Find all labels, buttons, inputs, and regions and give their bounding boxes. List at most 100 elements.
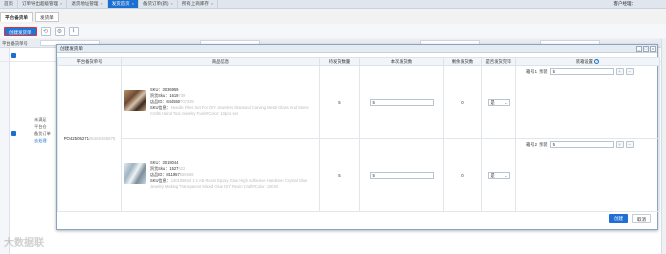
ship-qty-input[interactable]: 5: [369, 98, 434, 106]
box-number: 箱号2: [526, 141, 537, 147]
close-icon[interactable]: ×: [171, 0, 173, 8]
top-tab-label: 备货订单(新): [143, 1, 169, 6]
watermark-logo: 大数据联: [4, 238, 44, 249]
column-header-label: 装箱设置: [575, 58, 593, 64]
close-icon[interactable]: ×: [100, 0, 102, 8]
ship-qty-cell: 5: [359, 138, 444, 212]
create-shipment-dialog: 创建发货单 _ □ × 平台备货单号 商品信息 待发货数量 本次发货数 剩余发货…: [56, 44, 660, 230]
dialog-footer: 创建 取消: [609, 214, 651, 223]
packing-cell: 箱号2 亲装 5 + −: [515, 138, 660, 212]
sub-tabs: 平台备货单 发货单: [0, 12, 61, 22]
top-tab-label: 退货地址管理: [71, 1, 99, 6]
product-image: [124, 163, 146, 184]
dialog-title-bar: 创建发货单 _ □ ×: [57, 45, 657, 53]
remaining-qty: 0: [443, 65, 482, 139]
cancel-button[interactable]: 取消: [632, 214, 651, 223]
order-number-masked: 06465466875: [89, 136, 116, 141]
done-cell: 是 ⌄: [481, 65, 516, 139]
product-cell: SKU：3036959 贸货Sku：1619739 店品ID：844550707…: [121, 65, 320, 139]
remove-box-icon[interactable]: −: [625, 141, 634, 148]
done-value: 是: [490, 172, 495, 178]
product-image: [124, 90, 146, 111]
top-tab-label: 首页: [4, 1, 13, 6]
column-header: 本次发货数: [359, 57, 444, 66]
done-select[interactable]: 是 ⌄: [487, 98, 510, 106]
tab-shipments[interactable]: 发货单: [34, 12, 59, 22]
user-label: 客户经理：: [613, 1, 637, 6]
pending-qty: 5: [319, 138, 360, 212]
order-number-cell: PO4250527106465466875: [57, 65, 122, 212]
row-checkbox[interactable]: [11, 131, 16, 136]
handle-link[interactable]: 去处理: [34, 137, 56, 144]
top-tab-return-address[interactable]: 退货地址管理 ×: [67, 0, 108, 8]
top-tab-stock-orders[interactable]: 备货订单(新) ×: [139, 0, 178, 8]
column-header-packing: 装箱设置 ?: [515, 57, 660, 66]
masked-text: 556669: [179, 172, 194, 177]
masked-text: 707339: [180, 99, 194, 104]
box-qty-input[interactable]: 5: [549, 68, 614, 75]
add-box-icon[interactable]: +: [615, 141, 624, 148]
create-shipment-button[interactable]: 创建发货单: [4, 26, 37, 36]
masked-text: 739: [178, 93, 186, 98]
box-type: 亲装: [538, 141, 548, 147]
status-line: 平台仓: [34, 124, 47, 129]
box-type: 亲装: [538, 68, 548, 74]
shipment-table: 平台备货单号 商品信息 待发货数量 本次发货数 剩余发货数 是否发货完毕 装箱设…: [57, 57, 660, 212]
remove-box-icon[interactable]: −: [625, 68, 634, 75]
scrollbar[interactable]: [661, 39, 666, 254]
help-icon[interactable]: ?: [594, 58, 600, 64]
filter-label: 平台备货单号: [2, 41, 28, 46]
refresh-icon[interactable]: ⟲: [40, 26, 51, 36]
box-number: 箱号1: [526, 68, 537, 74]
store-id-text: 店品ID：844550: [150, 99, 181, 104]
column-header: 待发货数量: [319, 57, 360, 66]
status-line: 未满足: [34, 117, 47, 122]
top-tab-label: 订单导出超级管理: [22, 1, 58, 6]
select-all-checkbox[interactable]: [11, 53, 16, 58]
order-number: PO42505271: [63, 136, 90, 141]
top-tab-inventory[interactable]: 所有上商库存 ×: [178, 0, 219, 8]
packing-cell: 箱号1 亲装 5 + −: [515, 65, 660, 139]
top-tab-label: 所有上商库存: [181, 1, 209, 6]
top-tab-order-export[interactable]: 订单导出超级管理 ×: [18, 0, 68, 8]
done-cell: 是 ⌄: [481, 138, 516, 212]
table-row: SKU：3018044 贸货Sku：1527622 店品ID：811957556…: [58, 138, 660, 212]
top-tab-shipping-home[interactable]: 发货首页 ×: [107, 0, 140, 8]
add-box-icon[interactable]: +: [615, 68, 624, 75]
done-value: 是: [490, 99, 495, 105]
sku-info-label: SKU信息：: [150, 178, 171, 183]
close-icon[interactable]: ×: [60, 0, 62, 8]
chevron-down-icon: ⌄: [504, 99, 508, 105]
column-header: 平台备货单号: [57, 57, 122, 66]
done-select[interactable]: 是 ⌄: [487, 171, 510, 179]
download-icon[interactable]: ⭳: [68, 26, 79, 36]
top-tab-home[interactable]: 首页: [0, 0, 18, 8]
column-header: 剩余发货数: [443, 57, 482, 66]
skc-text: 贸货Sku：1527: [150, 166, 179, 171]
status-notes: 未满足 平台仓 备货订单 去处理: [34, 116, 56, 144]
close-icon[interactable]: ×: [650, 46, 656, 52]
table-header-row: 平台备货单号 商品信息 待发货数量 本次发货数 剩余发货数 是否发货完毕 装箱设…: [57, 57, 660, 66]
ship-qty-input[interactable]: 5: [369, 171, 434, 179]
sku-info-text: 1201096mt 1:1 AB Resin Epoxy Glue High A…: [150, 178, 308, 189]
minimize-icon[interactable]: _: [636, 46, 642, 52]
settings-icon[interactable]: ⚙: [54, 26, 65, 36]
maximize-icon[interactable]: □: [643, 46, 649, 52]
masked-text: 622: [178, 166, 186, 171]
product-cell: SKU：3018044 贸货Sku：1527622 店品ID：811957556…: [121, 138, 320, 212]
tab-platform-stock[interactable]: 平台备货单: [0, 12, 33, 22]
status-line: 备货订单: [34, 131, 51, 136]
column-header: 是否发货完毕: [481, 57, 516, 66]
column-header: 商品信息: [121, 57, 320, 66]
close-icon[interactable]: ×: [132, 0, 134, 8]
top-tab-bar: 首页 订单导出超级管理 × 退货地址管理 × 发货首页 × 备货订单(新) × 所有上商…: [0, 0, 666, 9]
close-icon[interactable]: ×: [211, 0, 213, 8]
toolbar: 创建发货单 ⟲ ⚙ ⭳: [0, 24, 666, 38]
top-tab-label: 发货首页: [111, 1, 130, 6]
confirm-button[interactable]: 创建: [609, 214, 628, 223]
sku-info-text: Needle Files Set For DIY Jewelers Diamon…: [150, 105, 309, 116]
store-id-text: 店品ID：811957: [150, 172, 180, 177]
checkbox-column: [0, 48, 10, 254]
chevron-down-icon: ⌄: [504, 172, 508, 178]
box-qty-input[interactable]: 5: [549, 141, 614, 148]
